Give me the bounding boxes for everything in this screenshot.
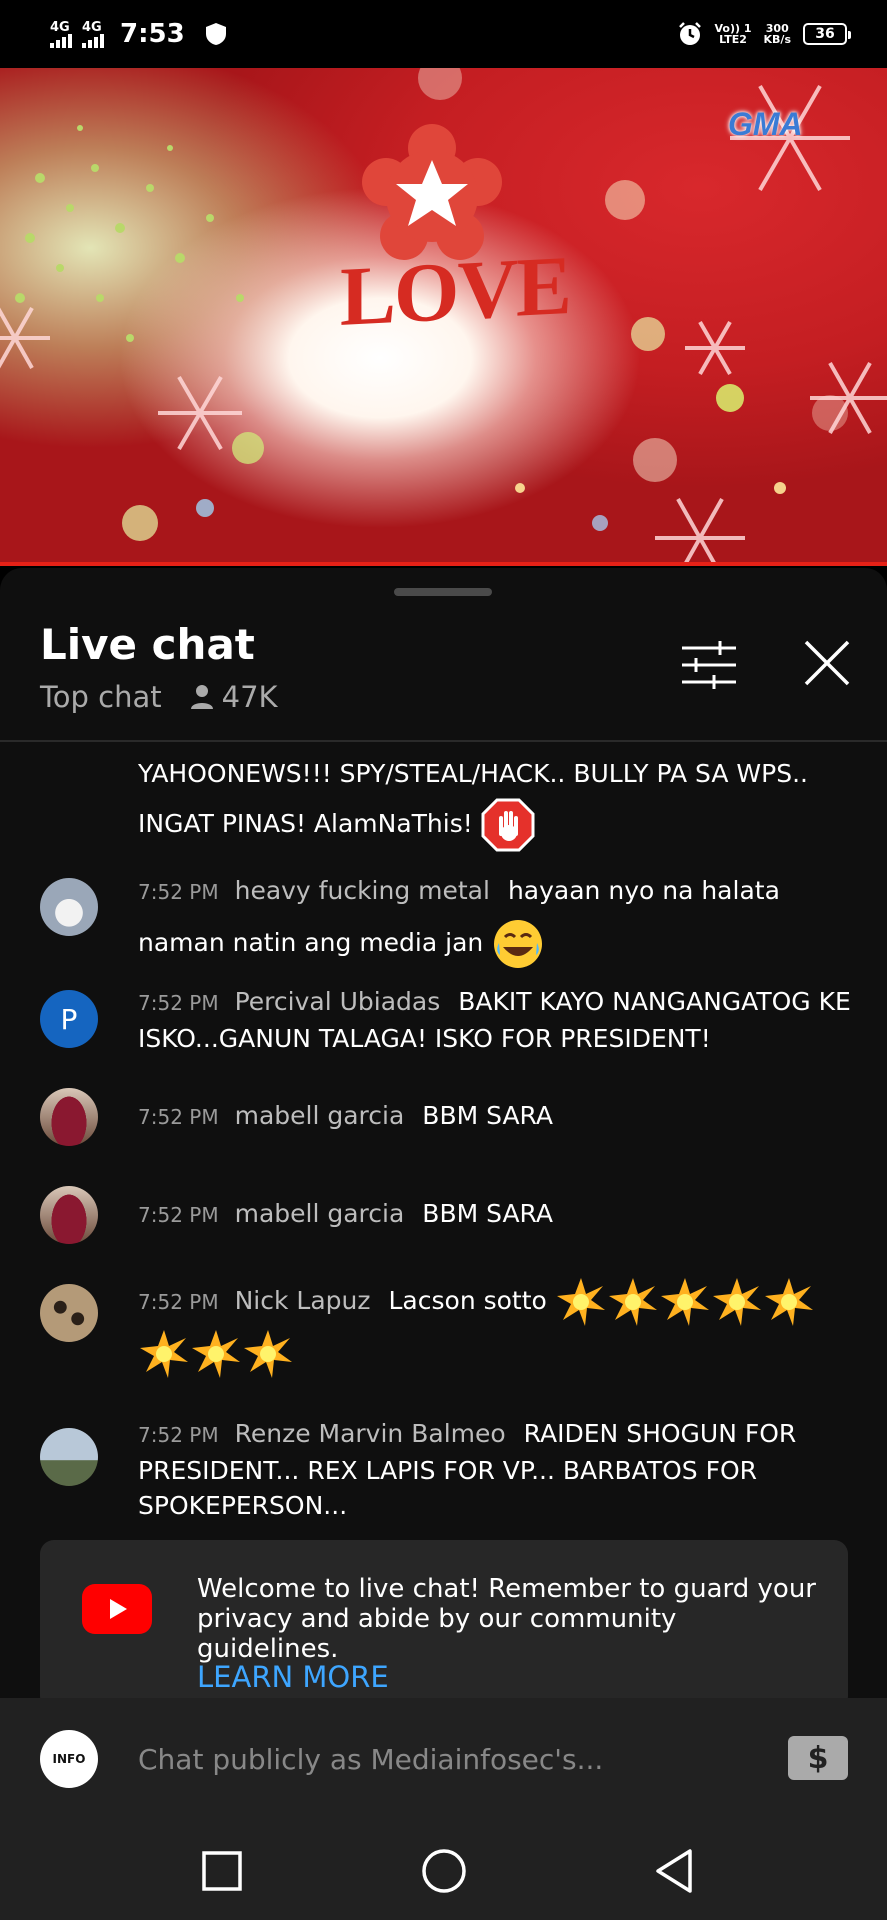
- avatar[interactable]: [40, 1284, 98, 1342]
- network-speed: 300 KB/s: [764, 23, 791, 45]
- avatar[interactable]: [40, 1186, 98, 1244]
- message-text: BBM SARA: [422, 1199, 554, 1228]
- chat-title: Live chat: [40, 620, 255, 669]
- chat-input[interactable]: [138, 1734, 758, 1784]
- video-progress-bar[interactable]: [0, 562, 887, 566]
- video-player[interactable]: GMA LOVE: [0, 68, 887, 565]
- love-graphic-text: LOVE: [340, 238, 571, 345]
- header-divider: [0, 740, 887, 742]
- sim2-label: 4G: [82, 19, 102, 35]
- chat-subheader: Top chat 47K: [40, 680, 278, 714]
- chat-input-bar: INFO $: [0, 1698, 887, 1820]
- stop-hand-emoji-icon: [481, 798, 535, 852]
- live-chat-panel: Live chat Top chat 47K YAHOONEWS!!! SPY/…: [0, 568, 887, 1698]
- drag-handle[interactable]: [394, 588, 492, 596]
- volte-line2: LTE2: [719, 33, 747, 46]
- viewer-count: 47K: [190, 680, 278, 714]
- message-author[interactable]: Renze Marvin Balmeo: [235, 1419, 506, 1448]
- filter-settings-icon[interactable]: [680, 640, 738, 690]
- system-navigation-bar: [0, 1820, 887, 1920]
- welcome-text: Welcome to live chat! Remember to guard …: [197, 1574, 816, 1664]
- status-left: 4G 4G 7:53: [50, 19, 227, 49]
- avatar-initial: P: [60, 1002, 78, 1036]
- back-icon[interactable]: [650, 1846, 700, 1896]
- shield-icon: [205, 23, 226, 45]
- signal-bars-icon: [82, 33, 104, 48]
- avatar[interactable]: [40, 1428, 98, 1486]
- speed-unit: KB/s: [763, 33, 791, 46]
- signal-bars-icon: [50, 33, 72, 48]
- battery-icon: 36: [803, 23, 851, 45]
- chat-message: 7:52 PM Nick Lapuz Lacson sotto: [138, 1276, 858, 1380]
- sparkle-dots: [15, 125, 244, 342]
- message-time: 7:52 PM: [138, 991, 219, 1015]
- message-text: BBM SARA: [422, 1101, 554, 1130]
- youtube-logo-icon: [82, 1584, 152, 1634]
- super-chat-button[interactable]: $: [788, 1736, 848, 1780]
- message-text-line2: INGAT PINAS! AlamNaThis!: [138, 809, 473, 838]
- close-icon[interactable]: [800, 636, 854, 690]
- collision-emoji-icon: [712, 1278, 761, 1326]
- home-icon[interactable]: [419, 1846, 469, 1896]
- play-icon: [110, 1599, 127, 1619]
- chat-message: 7:52 PM Percival Ubiadas BAKIT KAYO NANGAN…: [138, 984, 858, 1057]
- alarm-icon: [678, 22, 701, 45]
- chat-message: 7:52 PM mabell garcia BBM SARA: [138, 1196, 858, 1233]
- message-text: Lacson sotto: [388, 1286, 547, 1315]
- person-icon: [190, 685, 213, 709]
- star-logo: [362, 124, 502, 260]
- collision-emoji-icon: [244, 1330, 292, 1378]
- message-time: 7:52 PM: [138, 880, 219, 904]
- sim1-label: 4G: [50, 19, 70, 35]
- my-avatar-text: INFO: [52, 1752, 86, 1766]
- sim2-signal: 4G: [82, 21, 104, 48]
- collision-emoji-icon: [764, 1278, 813, 1326]
- message-time: 7:52 PM: [138, 1290, 219, 1314]
- chat-message: 7:52 PM mabell garcia BBM SARA: [138, 1098, 858, 1135]
- sim1-signal: 4G: [50, 21, 72, 48]
- my-avatar[interactable]: INFO: [40, 1730, 98, 1788]
- message-text-line1: YAHOONEWS!!! SPY/STEAL/HACK.. BULLY PA S…: [138, 759, 808, 788]
- message-author[interactable]: heavy fucking metal: [235, 876, 490, 905]
- recent-apps-icon[interactable]: [197, 1846, 247, 1896]
- collision-emoji-icon: [192, 1330, 240, 1378]
- collision-emoji-icon: [556, 1278, 605, 1326]
- dollar-icon: $: [807, 1740, 829, 1776]
- welcome-banner: Welcome to live chat! Remember to guard …: [40, 1540, 848, 1698]
- battery-level: 36: [815, 26, 835, 42]
- collision-emoji-icon: [660, 1278, 709, 1326]
- learn-more-link[interactable]: LEARN MORE: [197, 1660, 389, 1694]
- chat-message: 7:52 PM Renze Marvin Balmeo RAIDEN SHOGUN …: [138, 1416, 858, 1523]
- collision-emoji-icon: [608, 1278, 657, 1326]
- chat-message: 7:52 PM heavy fucking metal hayaan nyo na …: [138, 866, 858, 971]
- message-time: 7:52 PM: [138, 1105, 219, 1129]
- viewer-count-value: 47K: [221, 680, 278, 714]
- message-author[interactable]: mabell garcia: [235, 1101, 405, 1130]
- avatar[interactable]: [40, 878, 98, 936]
- chat-message-partial: YAHOONEWS!!! SPY/STEAL/HACK.. BULLY PA S…: [138, 750, 858, 852]
- top-chat-selector[interactable]: Top chat: [40, 680, 162, 714]
- message-time: 7:52 PM: [138, 1423, 219, 1447]
- avatar[interactable]: P: [40, 990, 98, 1048]
- volte-indicator: Vo)) 1 LTE2: [715, 23, 752, 45]
- message-author[interactable]: Nick Lapuz: [235, 1286, 371, 1315]
- status-bar: 4G 4G 7:53 Vo)) 1 LTE2 300 KB/s 36: [0, 0, 887, 68]
- message-author[interactable]: mabell garcia: [235, 1199, 405, 1228]
- avatar[interactable]: [40, 1088, 98, 1146]
- status-right: Vo)) 1 LTE2 300 KB/s 36: [677, 21, 851, 47]
- collision-emoji-icon: [140, 1330, 188, 1378]
- gma-watermark: GMA: [728, 106, 803, 142]
- message-time: 7:52 PM: [138, 1203, 219, 1227]
- message-author[interactable]: Percival Ubiadas: [235, 987, 441, 1016]
- laughing-emoji-icon: [494, 920, 543, 968]
- clock: 7:53: [120, 19, 185, 49]
